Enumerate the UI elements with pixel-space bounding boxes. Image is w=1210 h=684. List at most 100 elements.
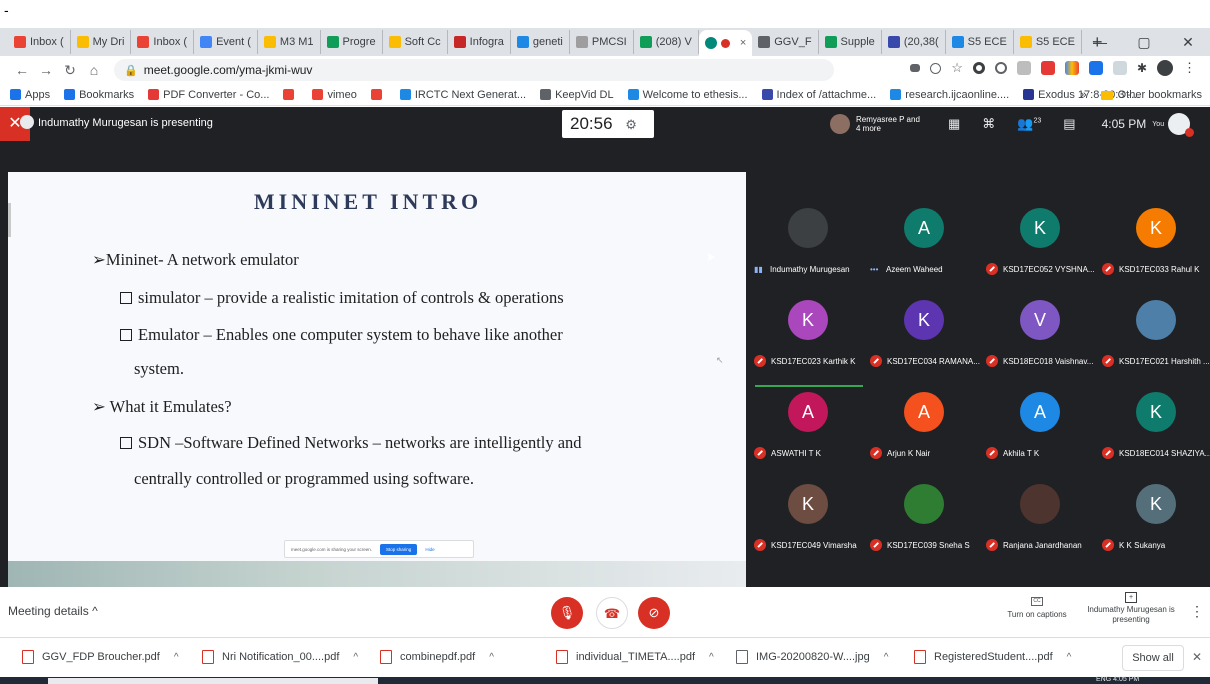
bookmark-item[interactable]: Apps (10, 89, 50, 101)
close-tab-icon[interactable]: × (740, 37, 746, 49)
bookmark-item[interactable] (283, 89, 298, 100)
bookmark-item[interactable]: research.ijcaonline.... (890, 89, 1009, 101)
present-now-button[interactable]: + Indumathy Murugesan is presenting (1086, 592, 1176, 625)
participant-tile[interactable]: A Akhila T K (982, 370, 1098, 462)
extension-blue-icon[interactable] (1088, 61, 1103, 75)
active-tab[interactable]: × (698, 30, 753, 56)
minimize-button[interactable]: — (1078, 34, 1122, 50)
layout-icon[interactable]: ▦ (948, 116, 960, 132)
browser-tab[interactable]: Inbox ( (8, 30, 71, 54)
participant-tile[interactable]: A ASWATHI T K (750, 370, 866, 462)
bookmark-item[interactable]: KeepVid DL (540, 89, 614, 101)
browser-tab[interactable]: M3 M1 (258, 30, 321, 54)
browser-tab[interactable]: (20,38( (882, 30, 946, 54)
participant-tile[interactable]: V KSD18EC018 Vaishnav... (982, 278, 1098, 370)
chevron-up-icon[interactable]: ^ (1067, 652, 1072, 663)
stop-sharing-button[interactable]: Stop sharing (380, 543, 418, 555)
browser-tab[interactable]: Soft Cc (383, 30, 448, 54)
extensions-puzzle-icon[interactable]: ✱ (1137, 61, 1147, 75)
close-window-button[interactable]: ✕ (1166, 34, 1210, 51)
home-icon[interactable]: ⌂ (82, 62, 106, 78)
extension-opera-icon[interactable] (972, 62, 985, 74)
other-bookmarks[interactable]: Other bookmarks (1118, 89, 1202, 101)
close-downloads-icon[interactable]: ✕ (1192, 650, 1202, 664)
download-item[interactable]: combinepdf.pdf ^ (380, 650, 494, 664)
people-icon[interactable]: 👥23 (1017, 116, 1041, 132)
browser-tab[interactable]: (208) V (634, 30, 699, 54)
captions-button[interactable]: CC Turn on captions (1004, 597, 1070, 619)
extension-ring-icon[interactable] (994, 62, 1007, 74)
participant-tile[interactable]: A ••• Azeem Waheed (866, 186, 982, 278)
chevron-up-icon[interactable]: ^ (353, 652, 358, 663)
download-item[interactable]: Nri Notification_00....pdf ^ (202, 650, 358, 664)
maximize-button[interactable]: ▢ (1122, 34, 1166, 51)
participant-tile[interactable]: K KSD17EC034 RAMANA... (866, 278, 982, 370)
bookmark-item[interactable]: Bookmarks (64, 89, 134, 101)
participant-tile[interactable]: K K K Sukanya (1098, 462, 1210, 554)
browser-tab[interactable]: S5 ECE (946, 30, 1014, 54)
back-icon[interactable]: ← (10, 62, 34, 78)
chevron-up-icon[interactable]: ^ (709, 652, 714, 663)
extension-pale-icon[interactable] (1112, 61, 1127, 75)
browser-tab[interactable]: Infogra (448, 30, 511, 54)
extension-multicolor-icon[interactable] (1064, 61, 1079, 75)
participant-tile[interactable]: K KSD17EC052 VYSHNA... (982, 186, 1098, 278)
participant-tile[interactable]: K KSD17EC023 Karthik K (750, 278, 866, 370)
chevron-up-icon[interactable]: ^ (489, 652, 494, 663)
download-item[interactable]: GGV_FDP Broucher.pdf ^ (22, 650, 179, 664)
browser-tab[interactable]: Inbox ( (131, 30, 195, 54)
meeting-details-button[interactable]: Meeting details ^ (8, 604, 98, 618)
participant-tile[interactable]: KSD17EC039 Sneha S (866, 462, 982, 554)
bookmark-item[interactable]: Welcome to ethesis... (627, 89, 748, 101)
forward-icon[interactable]: → (34, 62, 58, 78)
participant-tile[interactable]: A Arjun K Nair (866, 370, 982, 462)
show-all-button[interactable]: Show all (1122, 645, 1184, 671)
star-icon[interactable]: ☆ (951, 60, 963, 76)
participant-tile[interactable]: KSD17EC021 Harshith ... (1098, 278, 1210, 370)
chevron-up-icon[interactable]: ^ (174, 652, 179, 663)
gear-icon[interactable]: ⚙ (625, 117, 637, 132)
camera-off-button[interactable]: ⊘ (638, 597, 670, 629)
participant-avatar: K (788, 484, 828, 524)
browser-tab[interactable]: Progre (321, 30, 383, 54)
hide-button[interactable]: Hide (425, 547, 434, 552)
url-input[interactable]: 🔒 meet.google.com/yma-jkmi-wuv (114, 59, 834, 81)
participant-tile[interactable]: K KSD17EC033 Rahul K (1098, 186, 1210, 278)
leave-call-button[interactable]: ☎ (596, 597, 628, 629)
self-avatar[interactable] (1168, 113, 1195, 137)
bookmark-item[interactable]: IRCTC Next Generat... (399, 89, 526, 101)
extension-gray-icon[interactable] (1016, 61, 1031, 75)
chevron-up-icon[interactable]: ^ (884, 652, 889, 663)
participant-tile[interactable]: K KSD18EC014 SHAZIYA... (1098, 370, 1210, 462)
profile-avatar[interactable] (1157, 60, 1173, 76)
more-options-icon[interactable]: ⋮ (1190, 603, 1204, 620)
browser-tab[interactable]: GGV_F (752, 30, 819, 54)
browser-tab[interactable]: Event ( (194, 30, 258, 54)
browser-menu-icon[interactable]: ⋮ (1183, 60, 1196, 76)
extension-red-icon[interactable] (1040, 61, 1055, 75)
participant-tile[interactable]: K KSD17EC049 Vimarsha (750, 462, 866, 554)
reload-icon[interactable]: ↻ (58, 62, 82, 79)
mic-off-button[interactable]: 🎙 (551, 597, 583, 629)
bookmark-item[interactable]: vimeo (312, 89, 357, 101)
bookmark-item[interactable]: PDF Converter - Co... (148, 89, 269, 101)
taskbar-search[interactable] (48, 678, 378, 684)
browser-tab[interactable]: My Dri (71, 30, 132, 54)
download-item[interactable]: RegisteredStudent....pdf ^ (914, 650, 1071, 664)
browser-tab[interactable]: Supple (819, 30, 882, 54)
participant-tile[interactable]: ▮▮ Indumathy Murugesan (750, 186, 866, 278)
browser-tab[interactable]: geneti (511, 30, 570, 54)
meeting-controls-bar: Meeting details ^ 🎙 ☎ ⊘ CC Turn on capti… (0, 587, 1210, 637)
participant-tile[interactable]: Ranjana Janardhanan (982, 462, 1098, 554)
browser-tab[interactable]: S5 ECE (1014, 30, 1082, 54)
bookmark-item[interactable] (370, 89, 386, 100)
download-item[interactable]: IMG-20200820-W....jpg ^ (736, 650, 888, 664)
zoom-icon[interactable] (930, 62, 942, 74)
download-item[interactable]: individual_TIMETA....pdf ^ (556, 650, 714, 664)
activities-icon[interactable]: ⌘ (982, 116, 995, 132)
chat-icon[interactable]: ▤ (1063, 116, 1075, 132)
bookmark-item[interactable]: Index of /attachme... (761, 89, 876, 101)
camera-icon[interactable] (910, 64, 921, 72)
browser-tab[interactable]: PMCSI (570, 30, 634, 54)
bookmarks-overflow[interactable]: » (1081, 89, 1087, 101)
